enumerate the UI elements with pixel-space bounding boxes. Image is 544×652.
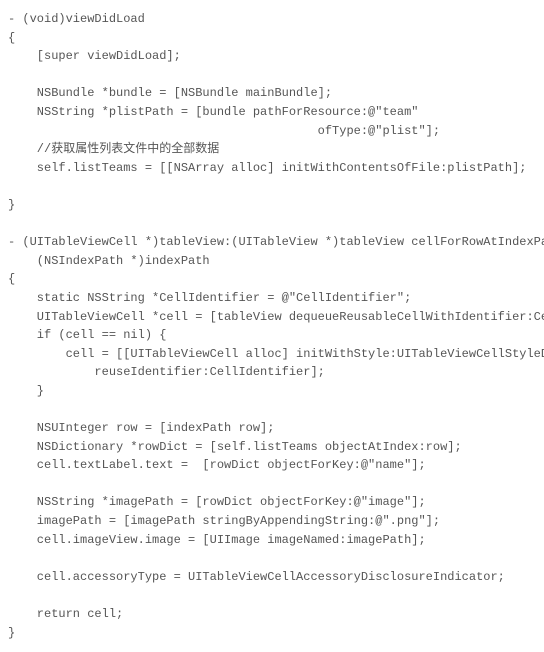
code-line: - (void)viewDidLoad — [8, 10, 536, 29]
code-line — [8, 66, 536, 85]
code-line: NSString *plistPath = [bundle pathForRes… — [8, 103, 536, 122]
code-line: NSDictionary *rowDict = [self.listTeams … — [8, 438, 536, 457]
code-line: cell.textLabel.text = [rowDict objectFor… — [8, 456, 536, 475]
code-line: [super viewDidLoad]; — [8, 47, 536, 66]
code-line: self.listTeams = [[NSArray alloc] initWi… — [8, 159, 536, 178]
code-line: reuseIdentifier:CellIdentifier]; — [8, 363, 536, 382]
code-line — [8, 586, 536, 605]
code-line: cell = [[UITableViewCell alloc] initWith… — [8, 345, 536, 364]
code-line: { — [8, 270, 536, 289]
code-line: UITableViewCell *cell = [tableView deque… — [8, 308, 536, 327]
code-line: - (UITableViewCell *)tableView:(UITableV… — [8, 233, 536, 252]
code-line: (NSIndexPath *)indexPath — [8, 252, 536, 271]
code-line — [8, 177, 536, 196]
code-line — [8, 215, 536, 234]
code-line: ofType:@"plist"]; — [8, 122, 536, 141]
code-block: - (void)viewDidLoad{ [super viewDidLoad]… — [8, 10, 536, 642]
code-line: return cell; — [8, 605, 536, 624]
code-line — [8, 400, 536, 419]
code-line: imagePath = [imagePath stringByAppending… — [8, 512, 536, 531]
code-line: } — [8, 196, 536, 215]
code-line: } — [8, 382, 536, 401]
code-line: NSBundle *bundle = [NSBundle mainBundle]… — [8, 84, 536, 103]
code-line: //获取属性列表文件中的全部数据 — [8, 140, 536, 159]
code-line: NSString *imagePath = [rowDict objectFor… — [8, 493, 536, 512]
code-line: { — [8, 29, 536, 48]
code-line: NSUInteger row = [indexPath row]; — [8, 419, 536, 438]
code-line — [8, 475, 536, 494]
code-line: if (cell == nil) { — [8, 326, 536, 345]
code-line: cell.accessoryType = UITableViewCellAcce… — [8, 568, 536, 587]
code-line: static NSString *CellIdentifier = @"Cell… — [8, 289, 536, 308]
code-line — [8, 549, 536, 568]
code-line: } — [8, 624, 536, 643]
code-line: cell.imageView.image = [UIImage imageNam… — [8, 531, 536, 550]
